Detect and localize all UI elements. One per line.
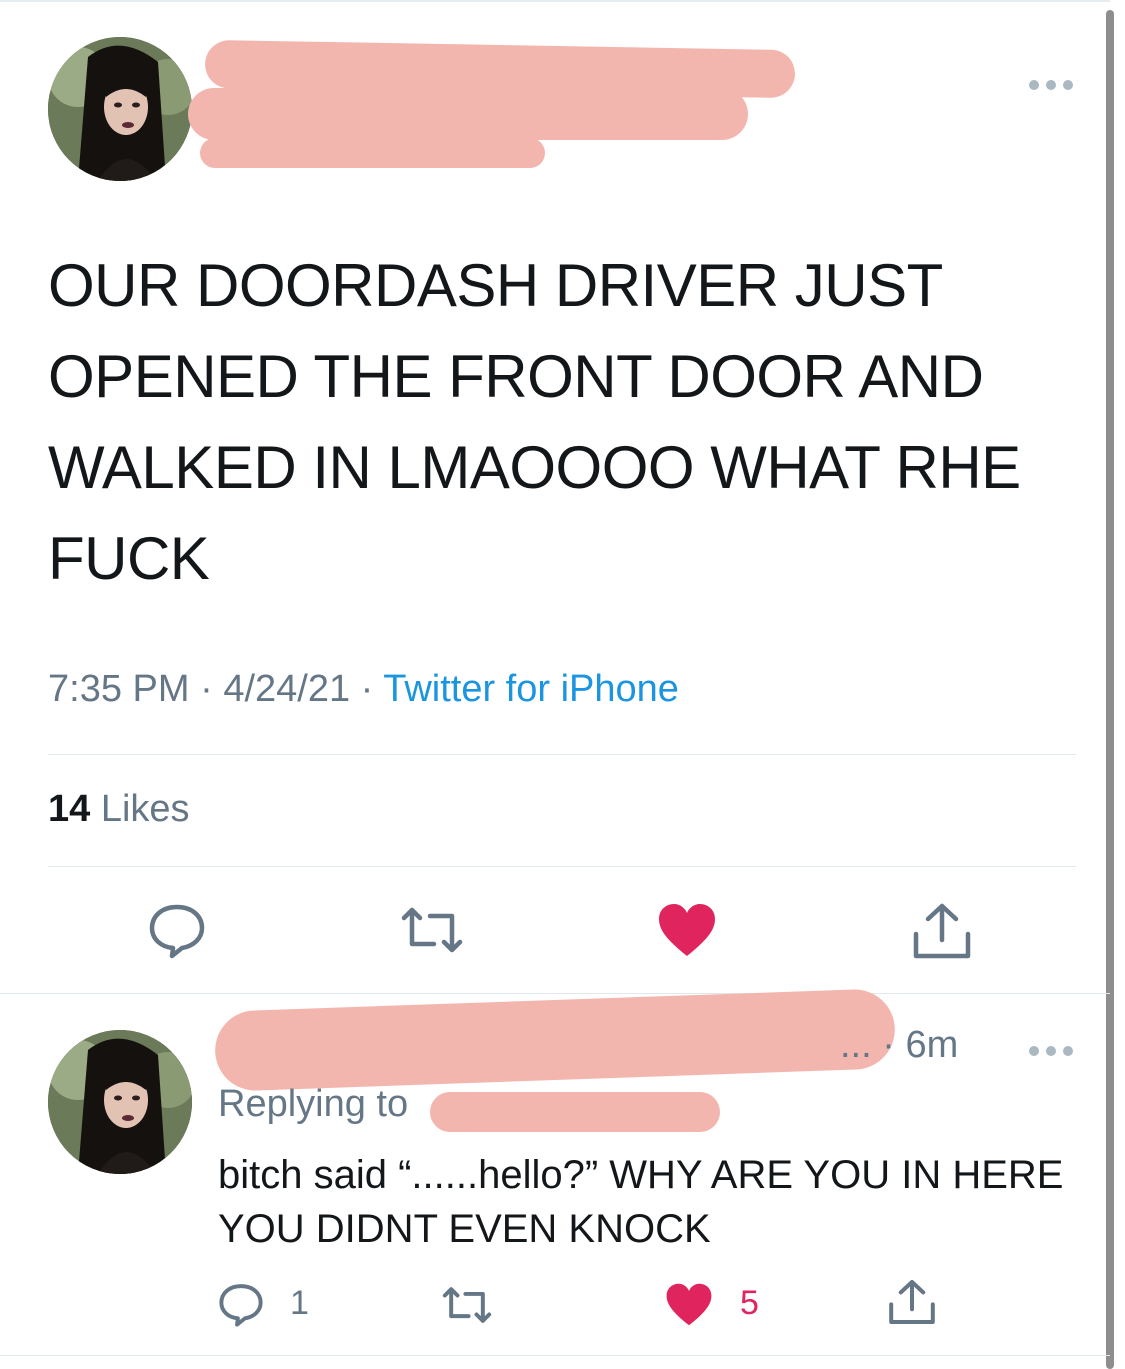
divider <box>48 866 1076 867</box>
redacted-username <box>188 88 748 140</box>
more-horizontal-icon[interactable] <box>1028 78 1074 90</box>
share-icon <box>913 903 971 959</box>
more-horizontal-icon[interactable] <box>1028 1044 1074 1056</box>
likes-stat[interactable]: 14 Likes <box>48 788 190 831</box>
retweet-icon <box>401 907 463 953</box>
redacted-reply-name <box>213 988 897 1092</box>
reply-button[interactable] <box>148 903 206 959</box>
scrollbar[interactable] <box>1106 10 1114 1369</box>
top-divider <box>0 0 1110 2</box>
retweet-button[interactable] <box>398 906 466 954</box>
speech-bubble-icon <box>149 904 205 959</box>
tweet-source-link[interactable]: Twitter for iPhone <box>383 668 679 710</box>
divider <box>48 754 1076 755</box>
heart-icon <box>666 1283 712 1326</box>
meta-separator: · <box>350 668 384 710</box>
share-button[interactable] <box>912 902 972 960</box>
reply-like-button[interactable] <box>665 1282 713 1327</box>
reply-reply-count: 1 <box>290 1284 309 1322</box>
reply-author-avatar[interactable] <box>48 1030 192 1174</box>
reply-timestamp: ... · 6m <box>840 1024 959 1066</box>
like-button[interactable] <box>657 902 717 958</box>
heart-icon <box>659 904 715 956</box>
reply-reply-button[interactable] <box>218 1283 264 1327</box>
divider <box>0 1355 1110 1356</box>
retweet-icon <box>442 1287 492 1323</box>
likes-label: Likes <box>100 788 190 830</box>
redacted-replying-handle <box>430 1092 720 1132</box>
tweet-date[interactable]: 4/24/21 <box>223 668 350 710</box>
author-avatar[interactable] <box>48 37 192 181</box>
redacted-username-tail <box>200 138 545 168</box>
tweet-meta: 7:35 PM · 4/24/21 · Twitter for iPhone <box>48 668 679 711</box>
reply-retweet-button[interactable] <box>440 1286 494 1324</box>
reply-like-count: 5 <box>740 1284 759 1322</box>
tweet-time: 7:35 PM <box>48 668 190 710</box>
share-icon <box>889 1280 935 1324</box>
likes-count: 14 <box>48 788 91 830</box>
replying-to: Replying to <box>218 1083 408 1126</box>
divider <box>0 993 1110 994</box>
speech-bubble-icon <box>219 1284 263 1327</box>
meta-separator: · <box>189 668 224 710</box>
reply-share-button[interactable] <box>888 1278 936 1326</box>
replying-to-label: Replying to <box>218 1083 409 1125</box>
reply-text: bitch said “......hello?” WHY ARE YOU IN… <box>218 1153 1064 1251</box>
tweet-text: OUR DOORDASH DRIVER JUST OPENED THE FRON… <box>48 252 1021 592</box>
